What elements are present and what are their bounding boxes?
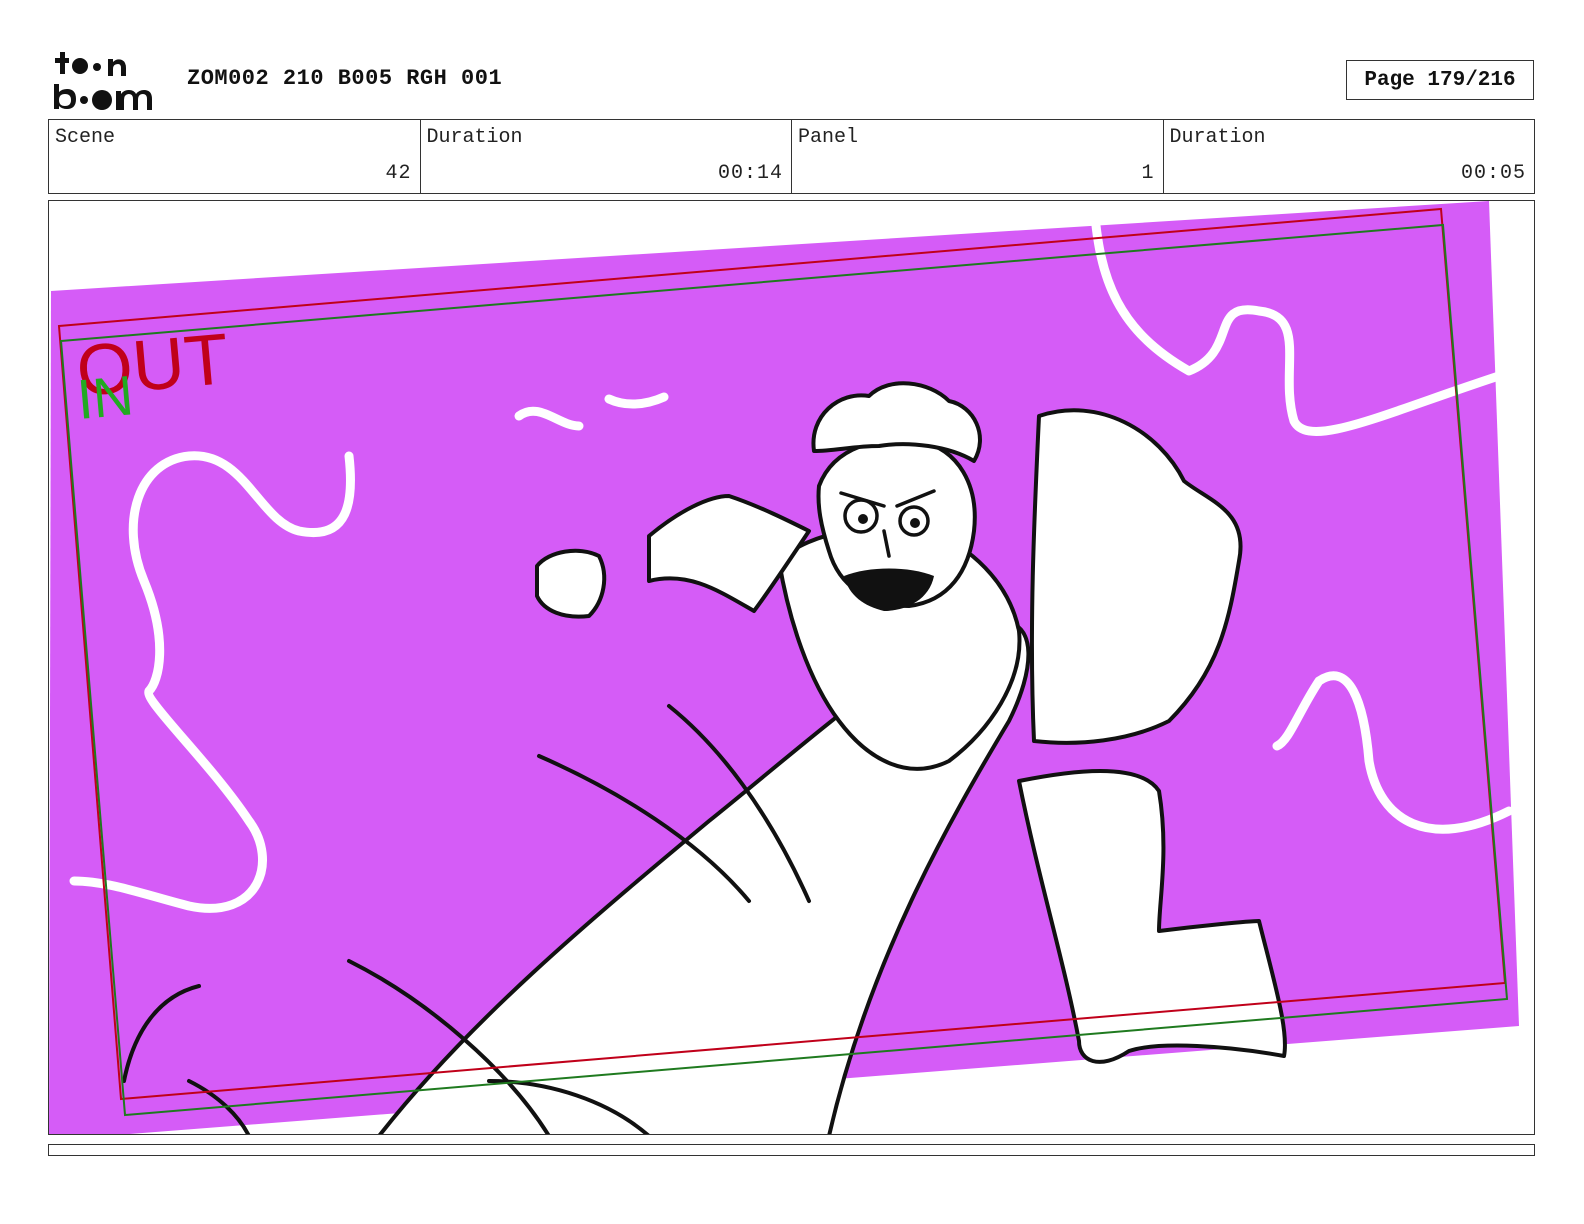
toon-boom-logo <box>54 52 152 110</box>
panel-cell: Panel 1 <box>792 120 1164 193</box>
caption-box <box>48 1144 1535 1156</box>
panel-value: 1 <box>1141 162 1155 185</box>
panel-duration-cell: Duration 00:05 <box>1164 120 1535 193</box>
page-indicator: Page 179/216 <box>1346 60 1534 100</box>
scene-duration-value: 00:14 <box>717 162 783 185</box>
panel-duration-value: 00:05 <box>1460 162 1526 185</box>
panel-drawing: OUT IN <box>49 201 1519 1134</box>
in-frame-label: IN <box>75 363 136 431</box>
panel-duration-label: Duration <box>1169 126 1266 149</box>
scene-cell: Scene 42 <box>49 120 421 193</box>
scene-info-table: Scene 42 Duration 00:14 Panel 1 Duration… <box>48 119 1535 194</box>
scene-duration-cell: Duration 00:14 <box>421 120 792 193</box>
scene-duration-label: Duration <box>426 126 523 149</box>
scene-value: 42 <box>385 162 412 185</box>
document-title: ZOM002 210 B005 RGH 001 <box>187 66 503 91</box>
scene-label: Scene <box>55 126 116 149</box>
panel-label: Panel <box>798 126 859 149</box>
storyboard-panel: OUT IN <box>48 200 1535 1135</box>
